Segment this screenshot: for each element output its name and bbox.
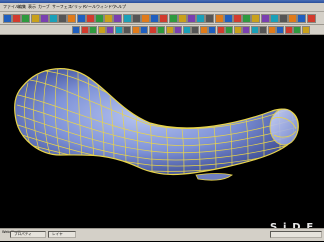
toolbar1-button-29[interactable] <box>260 14 270 23</box>
toolbar1-button-13[interactable] <box>113 14 123 23</box>
toolbar2-button-13[interactable] <box>174 26 182 34</box>
layers-tab[interactable]: レイヤ <box>48 231 76 238</box>
secondary-toolbar <box>0 25 324 35</box>
main-toolbar <box>0 12 324 25</box>
toolbar2-button-20[interactable] <box>233 26 242 34</box>
toolbar1-button-30[interactable] <box>269 14 279 23</box>
toolbar2-button-2[interactable] <box>80 26 89 34</box>
toolbar2-button-21[interactable] <box>242 26 250 34</box>
toolbar1-button-28[interactable] <box>251 14 261 23</box>
layers-tab-label: レイヤ <box>52 232 63 236</box>
toolbar1-button-23[interactable] <box>205 14 215 23</box>
toolbar2-button-3[interactable] <box>89 26 97 34</box>
toolbar2-button-12[interactable] <box>165 26 174 34</box>
toolbar2-button-6[interactable] <box>114 26 123 34</box>
toolbar2-button-1[interactable] <box>72 26 80 34</box>
toolbar1-button-7[interactable] <box>58 14 68 23</box>
toolbar1-button-21[interactable] <box>187 14 196 23</box>
toolbar1-button-16[interactable] <box>141 14 150 23</box>
menu-file[interactable]: ファイル <box>3 3 19 11</box>
menu-window[interactable]: ウィンドウ <box>96 3 116 11</box>
toolbar1-button-4[interactable] <box>30 14 40 23</box>
toolbar2-button-5[interactable] <box>106 26 114 34</box>
toolbar2-button-16[interactable] <box>199 26 208 34</box>
toolbar1-button-19[interactable] <box>168 14 178 23</box>
toolbar1-button-6[interactable] <box>49 14 58 23</box>
toolbar1-button-9[interactable] <box>76 14 86 23</box>
properties-tab[interactable]: プロパティ <box>10 231 46 238</box>
toolbar2-button-17[interactable] <box>208 26 216 34</box>
menu-bar: ファイル 編集 表示 カーブ サーフェス ソリッド ツール ウィンドウ ヘルプ <box>0 3 324 12</box>
menu-view[interactable]: 表示 <box>28 3 36 11</box>
3d-viewport[interactable]: S.i.D.E DESIGN OFFICE <box>0 35 324 238</box>
toolbar1-button-5[interactable] <box>39 14 49 23</box>
toolbar2-button-26[interactable] <box>284 26 293 34</box>
toolbar2-button-8[interactable] <box>131 26 140 34</box>
toolbar2-button-25[interactable] <box>276 26 284 34</box>
toolbar1-button-11[interactable] <box>95 14 104 23</box>
model-end-cap <box>269 108 299 146</box>
menu-tools[interactable]: ツール <box>84 3 96 11</box>
menu-surface[interactable]: サーフェス <box>52 3 72 11</box>
toolbar1-button-14[interactable] <box>122 14 132 23</box>
menu-help[interactable]: ヘルプ <box>114 3 126 11</box>
toolbar2-button-15[interactable] <box>191 26 199 34</box>
toolbar2-button-18[interactable] <box>216 26 225 34</box>
toolbar1-button-32[interactable] <box>288 14 298 23</box>
toolbar2-button-19[interactable] <box>225 26 233 34</box>
menu-curve[interactable]: カーブ <box>38 3 50 11</box>
status-coordinates-box <box>270 231 322 238</box>
toolbar2-button-14[interactable] <box>182 26 191 34</box>
toolbar1-button-8[interactable] <box>67 14 77 23</box>
toolbar1-button-2[interactable] <box>12 14 22 23</box>
toolbar2-button-4[interactable] <box>97 26 106 34</box>
toolbar2-button-11[interactable] <box>157 26 165 34</box>
toolbar1-button-25[interactable] <box>223 14 233 23</box>
toolbar1-button-27[interactable] <box>242 14 252 23</box>
toolbar2-button-23[interactable] <box>259 26 267 34</box>
toolbar1-button-31[interactable] <box>279 14 288 23</box>
toolbar1-button-3[interactable] <box>21 14 31 23</box>
properties-tab-label: プロパティ <box>14 232 32 236</box>
toolbar1-button-10[interactable] <box>85 14 95 23</box>
model-fin <box>195 173 233 181</box>
toolbar1-button-33[interactable] <box>297 14 307 23</box>
toolbar1-button-17[interactable] <box>150 14 160 23</box>
toolbar1-button-12[interactable] <box>104 14 114 23</box>
toolbar1-button-20[interactable] <box>177 14 187 23</box>
toolbar1-button-34[interactable] <box>306 14 316 23</box>
toolbar1-button-24[interactable] <box>214 14 224 23</box>
toolbar2-button-27[interactable] <box>293 26 301 34</box>
toolbar2-button-10[interactable] <box>148 26 157 34</box>
toolbar2-button-7[interactable] <box>123 26 131 34</box>
toolbar2-button-9[interactable] <box>140 26 148 34</box>
toolbar1-button-15[interactable] <box>131 14 141 23</box>
toolbar2-button-24[interactable] <box>267 26 276 34</box>
toolbar1-button-18[interactable] <box>159 14 169 23</box>
toolbar1-button-1[interactable] <box>3 14 12 23</box>
surface-model[interactable] <box>0 35 324 228</box>
toolbar1-button-22[interactable] <box>196 14 206 23</box>
menu-edit[interactable]: 編集 <box>18 3 26 11</box>
rhino-window: ファイル 編集 表示 カーブ サーフェス ソリッド ツール ウィンドウ ヘルプ <box>0 0 324 241</box>
toolbar2-button-28[interactable] <box>301 26 310 34</box>
status-bar: Web Kin Ver プロパティ レイヤ <box>0 228 324 241</box>
toolbar1-button-26[interactable] <box>233 14 242 23</box>
toolbar2-button-22[interactable] <box>250 26 259 34</box>
